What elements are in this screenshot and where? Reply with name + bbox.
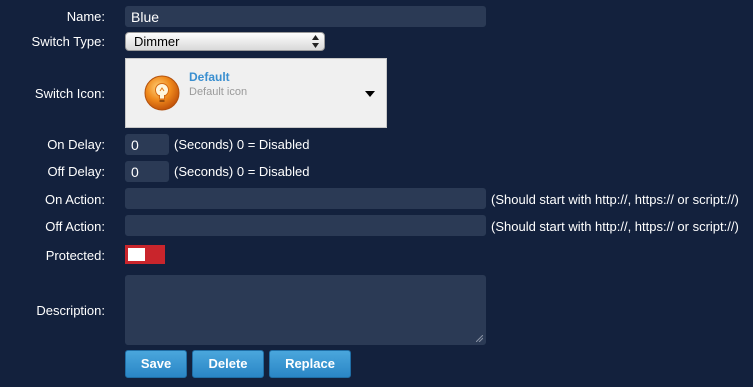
off-delay-input[interactable] [125,161,169,182]
on-action-hint: (Should start with http://, https:// or … [491,192,739,207]
lightbulb-icon [144,75,180,111]
updown-arrows-icon [312,35,319,48]
protected-toggle[interactable] [125,245,165,264]
switch-icon-title: Default [189,70,230,84]
on-delay-input[interactable] [125,134,169,155]
switch-type-label: Switch Type: [31,34,105,49]
on-action-label: On Action: [45,192,105,207]
name-input[interactable] [125,6,486,27]
delete-button[interactable]: Delete [192,350,264,378]
off-delay-label: Off Delay: [47,164,105,179]
off-action-hint: (Should start with http://, https:// or … [491,219,739,234]
on-delay-label: On Delay: [47,137,105,152]
name-label: Name: [66,9,105,24]
off-action-input[interactable] [125,215,486,236]
replace-button[interactable]: Replace [269,350,351,378]
switch-icon-label: Switch Icon: [34,86,105,101]
save-button[interactable]: Save [125,350,187,378]
switch-icon-subtitle: Default icon [189,86,248,98]
description-label: Description: [36,303,105,318]
caret-down-icon [365,91,375,97]
off-action-label: Off Action: [45,219,105,234]
switch-type-select[interactable]: Dimmer [125,32,325,51]
switch-icon-dropdown[interactable]: Default Default icon [125,58,387,128]
switch-type-value: Dimmer [134,34,180,49]
toggle-knob [128,248,145,261]
on-delay-hint: (Seconds) 0 = Disabled [174,137,310,152]
off-delay-hint: (Seconds) 0 = Disabled [174,164,310,179]
device-edit-form: Name: Switch Type: Dimmer Switch Icon: [0,0,753,387]
resize-grip-icon[interactable] [476,335,483,342]
on-action-input[interactable] [125,188,486,209]
protected-label: Protected: [45,248,105,263]
description-textarea[interactable] [125,275,486,345]
